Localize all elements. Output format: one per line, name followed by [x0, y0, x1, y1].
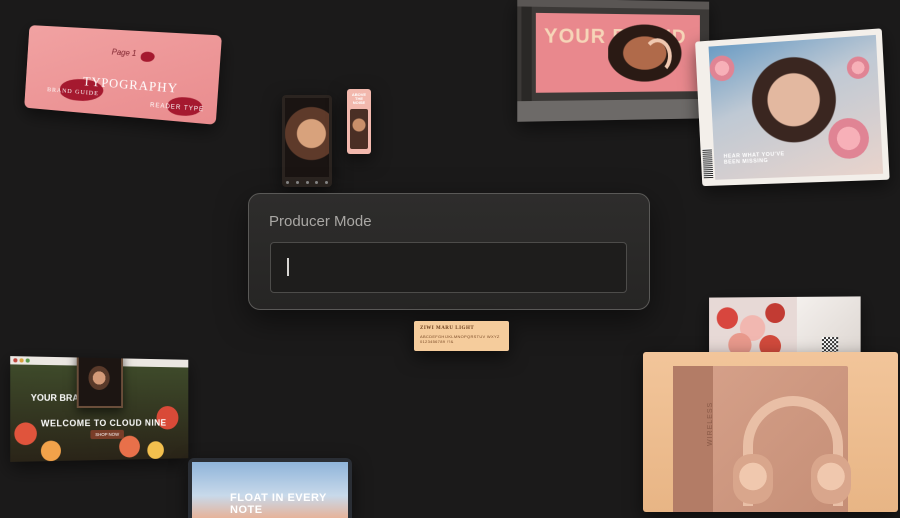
qr-code [821, 337, 839, 354]
framed-photo [76, 356, 123, 409]
website-headline: WELCOME TO CLOUD NINE [40, 417, 167, 429]
billboard-ad: YOUR BRAND [535, 12, 700, 93]
phone-mockup-large [282, 95, 332, 187]
flower-shape [765, 302, 785, 324]
headphone-photo [350, 109, 368, 149]
barcode [702, 148, 714, 179]
flower-shape [709, 54, 736, 82]
headphones-package-mockup: WIRELESS [643, 352, 898, 512]
ear-cup-right [811, 454, 851, 504]
producer-prompt-input[interactable] [270, 242, 627, 293]
flower-shape [716, 307, 738, 330]
magazine-cover: HEAR WHAT YOU'VE BEEN MISSING [708, 34, 884, 180]
magazine-caption: HEAR WHAT YOU'VE BEEN MISSING [723, 151, 785, 166]
shelter-roof [517, 0, 710, 10]
bus-stop-billboard-mockup: YOUR BRAND [517, 0, 710, 122]
phone-nav-bar [286, 181, 328, 185]
phone-ad-text: ABOVE THE NOISE [351, 92, 367, 105]
flower-shape [119, 435, 140, 458]
laptop-headline: FLOAT IN EVERY NOTE [230, 492, 327, 516]
laptop-screen: FLOAT IN EVERY NOTE [192, 462, 348, 518]
shelter-floor [517, 98, 710, 122]
page-label: Page 1 [111, 47, 137, 59]
brand-guide-mockup: Page 1 TYPOGRAPHY BRAND GUIDE READER TYP… [24, 25, 222, 125]
font-specimen-card: ZIWI MARU LIGHT ABCDEFGHIJKLMNOPQRSTUV W… [414, 321, 509, 351]
shelter-post [521, 6, 532, 102]
magazine-mockup: HEAR WHAT YOU'VE BEEN MISSING [695, 28, 890, 187]
red-blob-shape [140, 51, 155, 63]
flower-shape [846, 55, 870, 80]
shop-now-button: SHOP NOW [90, 429, 124, 440]
product-box: WIRELESS [673, 366, 851, 512]
producer-mode-panel: Producer Mode [248, 193, 650, 310]
laptop-mockup: FLOAT IN EVERY NOTE [188, 458, 352, 518]
font-name: ZIWI MARU LIGHT [420, 326, 475, 331]
ear-cup-left [733, 454, 773, 504]
producer-mode-title: Producer Mode [269, 213, 372, 230]
headphone-photo [285, 98, 329, 177]
flower-shape [40, 440, 61, 462]
phone-mockup-small: ABOVE THE NOISE [347, 89, 371, 154]
flower-shape [14, 422, 37, 446]
headphones-shape [643, 38, 672, 74]
wireless-label: WIRELESS [707, 401, 714, 446]
font-alphabet: ABCDEFGHIJKLMNOPQRSTUV WXYZ 0123456789 !… [420, 334, 500, 344]
text-caret [287, 258, 289, 276]
flower-shape [147, 441, 164, 460]
website-mockup: YOUR BRAND WELCOME TO CLOUD NINE SHOP NO… [10, 356, 189, 462]
